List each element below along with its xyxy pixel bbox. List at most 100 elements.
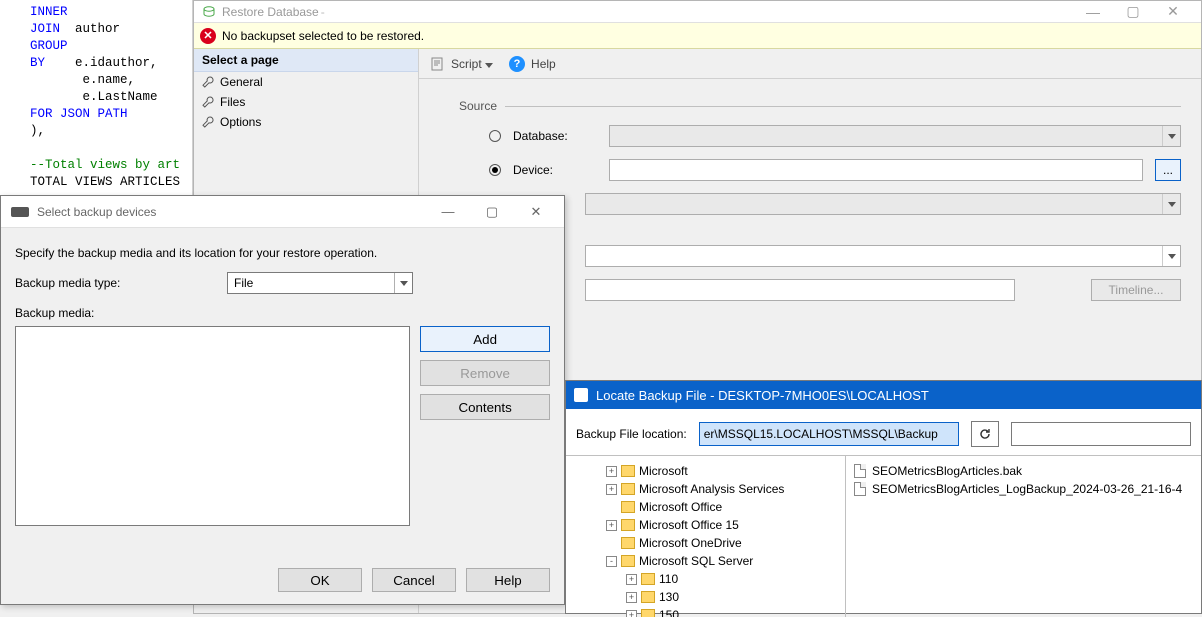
media-type-label: Backup media type: [15, 276, 215, 290]
close-button[interactable]: ✕ [518, 204, 554, 220]
locate-backup-file-dialog: Locate Backup File - DESKTOP-7MHO0ES\LOC… [565, 380, 1202, 614]
tree-node[interactable]: + Microsoft Office 15 [570, 516, 841, 534]
restore-to-label: re: [459, 309, 1181, 335]
file-item[interactable]: SEOMetricsBlogArticles_LogBackup_2024-03… [854, 480, 1193, 498]
path-label: Backup File location: [576, 427, 687, 441]
folder-icon [621, 501, 635, 513]
folder-icon [621, 555, 635, 567]
device-label: Device: [513, 163, 597, 177]
folder-icon [621, 483, 635, 495]
tree-node[interactable]: +150 [570, 606, 841, 617]
expand-icon[interactable] [606, 502, 617, 513]
lbf-titlebar: Locate Backup File - DESKTOP-7MHO0ES\LOC… [566, 381, 1201, 409]
file-name: SEOMetricsBlogArticles.bak [872, 464, 1022, 478]
expand-icon[interactable]: + [606, 484, 617, 495]
expand-icon[interactable]: + [626, 574, 637, 585]
timeline-button[interactable]: Timeline... [1091, 279, 1181, 301]
wrench-icon [202, 116, 214, 128]
chevron-down-icon [1168, 134, 1176, 139]
maximize-button[interactable]: ▢ [474, 204, 510, 220]
expand-icon[interactable]: + [626, 592, 637, 603]
device-radio[interactable] [489, 164, 501, 176]
destination-db-combo[interactable] [585, 245, 1181, 267]
script-icon [429, 56, 445, 72]
folder-tree[interactable]: +Microsoft+Microsoft Analysis Services Mi… [566, 456, 846, 617]
device-sub-combo[interactable] [585, 193, 1181, 215]
expand-icon[interactable]: + [626, 610, 637, 617]
folder-icon [641, 591, 655, 603]
tree-node[interactable]: +Microsoft [570, 462, 841, 480]
path-input[interactable] [699, 422, 959, 446]
folder-icon [621, 519, 635, 531]
chevron-down-icon [485, 63, 493, 68]
media-type-combo[interactable]: File [227, 272, 413, 294]
refresh-icon [978, 427, 992, 441]
sbd-title-text: Select backup devices [37, 205, 156, 219]
chevron-down-icon [1168, 202, 1176, 207]
tree-node[interactable]: +Microsoft Analysis Services [570, 480, 841, 498]
restore-title-dash: - [321, 5, 325, 19]
help-link[interactable]: Help [531, 57, 556, 71]
collapse-icon[interactable]: - [606, 556, 617, 567]
file-icon [854, 464, 866, 478]
close-button[interactable]: ✕ [1153, 3, 1193, 20]
tree-node-label: Microsoft Office 15 [639, 518, 739, 532]
folder-icon [641, 573, 655, 585]
file-list[interactable]: SEOMetricsBlogArticles.bak SEOMetricsBlog… [846, 456, 1201, 617]
tree-node-label: Microsoft OneDrive [639, 536, 742, 550]
tree-node[interactable]: Microsoft OneDrive [570, 534, 841, 552]
remove-button[interactable]: Remove [420, 360, 550, 386]
database-icon [574, 388, 588, 402]
media-type-value: File [234, 276, 253, 290]
wrench-icon [202, 76, 214, 88]
ok-button[interactable]: OK [278, 568, 362, 592]
contents-button[interactable]: Contents [420, 394, 550, 420]
restore-title-text: Restore Database [222, 5, 319, 19]
tree-node-label: Microsoft SQL Server [639, 554, 753, 568]
sbd-titlebar: Select backup devices — ▢ ✕ [1, 196, 564, 228]
restore-to-textbox[interactable] [585, 279, 1015, 301]
minimize-button[interactable]: — [1073, 4, 1113, 20]
expand-icon[interactable] [606, 538, 617, 549]
cancel-button[interactable]: Cancel [372, 568, 456, 592]
page-item-general[interactable]: General [194, 72, 418, 92]
page-label: Options [220, 115, 261, 129]
file-item[interactable]: SEOMetricsBlogArticles.bak [854, 462, 1193, 480]
select-backup-devices-dialog: Select backup devices — ▢ ✕ Specify the … [0, 195, 565, 605]
tree-node[interactable]: - Microsoft SQL Server [570, 552, 841, 570]
chevron-down-icon [400, 281, 408, 286]
script-dropdown[interactable]: Script [451, 57, 493, 71]
tree-node[interactable]: +110 [570, 570, 841, 588]
search-box[interactable] [1011, 422, 1191, 446]
database-combo[interactable] [609, 125, 1181, 147]
page-item-options[interactable]: Options [194, 112, 418, 132]
folder-icon [621, 465, 635, 477]
select-a-page-header: Select a page [194, 49, 418, 72]
source-section-label: Source [459, 99, 1181, 113]
device-textbox[interactable] [609, 159, 1143, 181]
maximize-button[interactable]: ▢ [1113, 3, 1153, 20]
help-button[interactable]: Help [466, 568, 550, 592]
lbf-title-text: Locate Backup File - DESKTOP-7MHO0ES\LOC… [596, 388, 929, 403]
restore-toolbar: Script ? Help [419, 49, 1201, 79]
restore-titlebar: Restore Database - — ▢ ✕ [194, 1, 1201, 23]
device-browse-button[interactable]: ... [1155, 159, 1181, 181]
chevron-down-icon [1168, 254, 1176, 259]
database-radio[interactable] [489, 130, 501, 142]
sql-editor-background: INNERJOIN authorGROUPBY e.idauthor, e.na… [0, 0, 193, 195]
tree-node-label: 130 [659, 590, 679, 604]
page-item-files[interactable]: Files [194, 92, 418, 112]
backup-media-list[interactable] [15, 326, 410, 526]
tree-node-label: Microsoft Office [639, 500, 722, 514]
add-button[interactable]: Add [420, 326, 550, 352]
tree-node[interactable]: +130 [570, 588, 841, 606]
tree-node[interactable]: Microsoft Office [570, 498, 841, 516]
sbd-instruction: Specify the backup media and its locatio… [15, 246, 550, 260]
expand-icon[interactable]: + [606, 520, 617, 531]
help-icon: ? [509, 56, 525, 72]
tree-node-label: 110 [659, 572, 678, 586]
refresh-button[interactable] [971, 421, 999, 447]
page-label: Files [220, 95, 245, 109]
minimize-button[interactable]: — [430, 204, 466, 219]
expand-icon[interactable]: + [606, 466, 617, 477]
